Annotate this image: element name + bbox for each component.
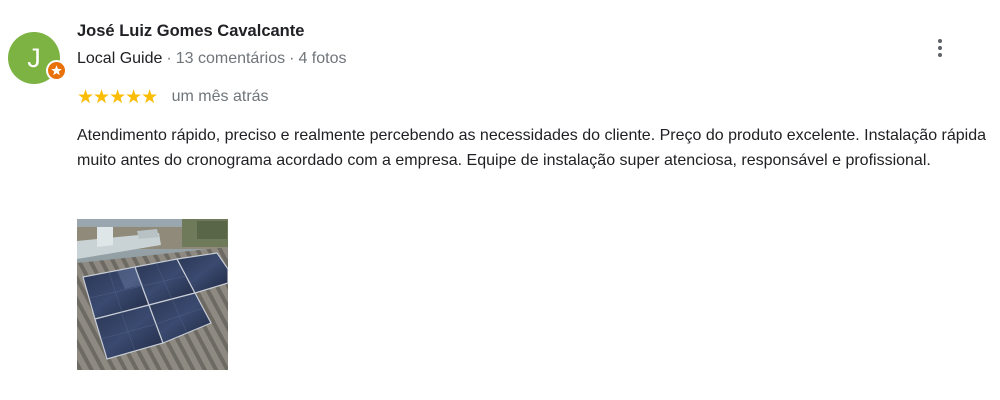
author-meta[interactable]: Local Guide · 13 comentários · 4 fotos [77, 50, 346, 68]
star-rating: ★★★★★ [77, 86, 158, 108]
more-vertical-icon-dot [938, 39, 942, 43]
author-name[interactable]: José Luiz Gomes Cavalcante [77, 22, 304, 41]
review-card: J José Luiz Gomes Cavalcante Local Guide… [0, 0, 1000, 400]
more-options-button[interactable] [928, 32, 952, 64]
review-photo[interactable] [77, 219, 228, 370]
author-photo-count: 4 fotos [298, 50, 347, 67]
local-guide-badge-icon [46, 60, 67, 81]
meta-separator: · [289, 50, 295, 67]
local-guide-star-icon [48, 62, 65, 79]
solar-panel-photo [77, 219, 228, 370]
review-text: Atendimento rápido, preciso e realmente … [77, 127, 987, 169]
author-role: Local Guide [77, 50, 163, 67]
more-vertical-icon-dot [938, 46, 942, 50]
author-review-count: 13 comentários [175, 50, 286, 67]
review-date: um mês atrás [171, 88, 269, 105]
more-vertical-icon-dot [938, 53, 942, 57]
rating-row: ★★★★★ um mês atrás [77, 86, 269, 108]
meta-separator: · [166, 50, 172, 67]
